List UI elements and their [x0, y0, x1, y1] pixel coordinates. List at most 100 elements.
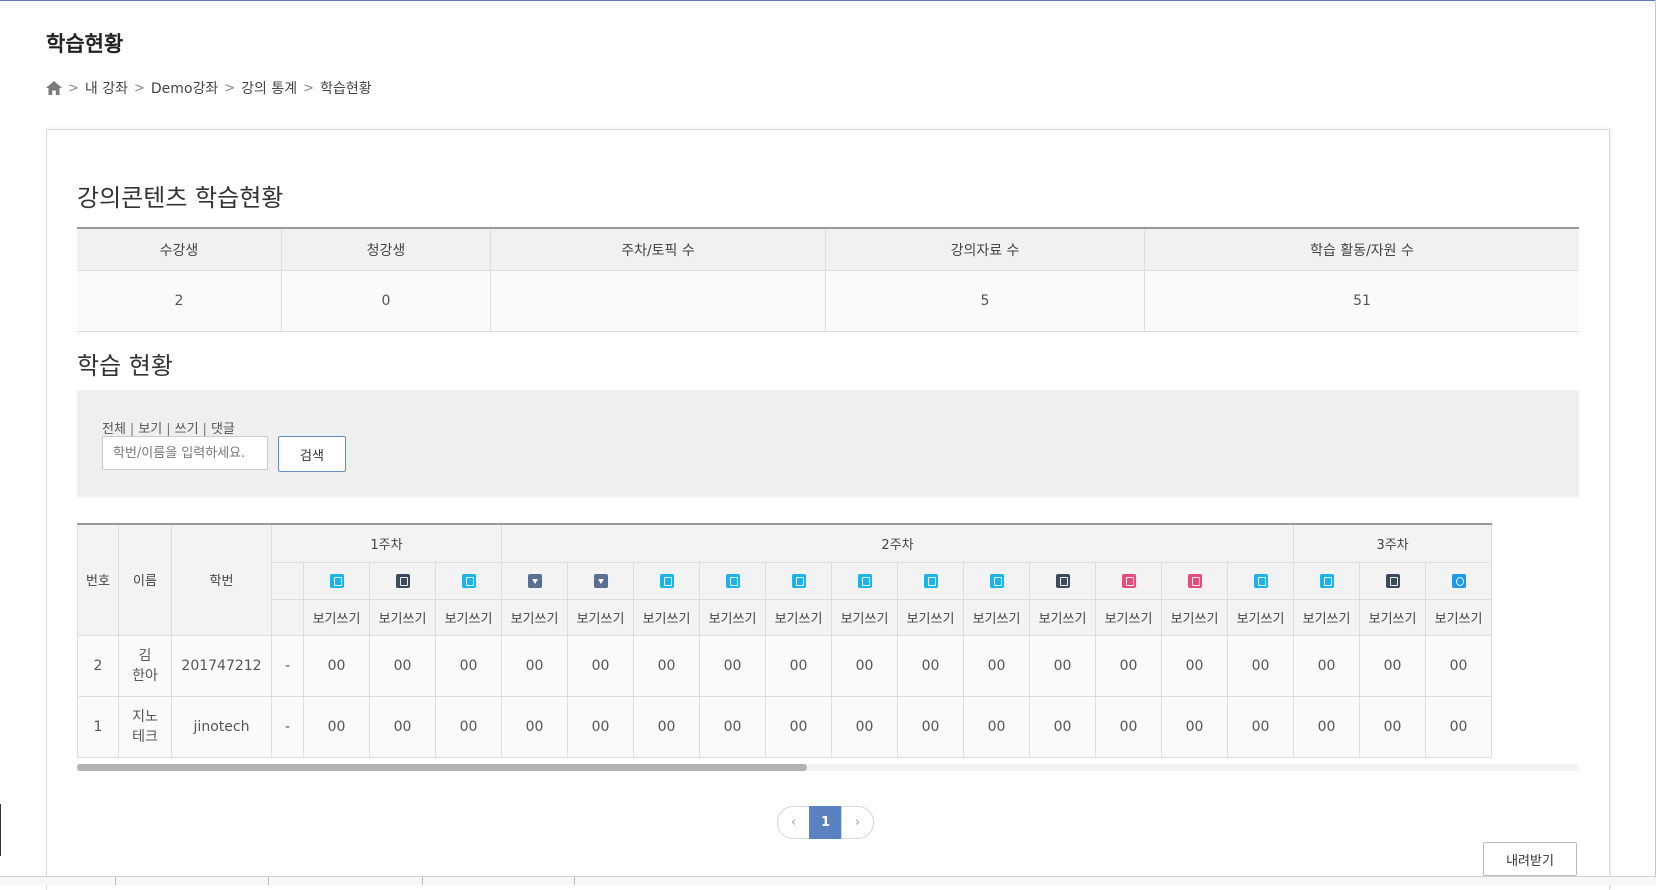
activity-count-cell: 00	[501, 695, 569, 758]
activity-header	[897, 561, 965, 600]
breadcrumb-item-my-courses[interactable]: 내 강좌	[85, 78, 128, 98]
view-write-label: 보기쓰기	[831, 598, 899, 636]
pagination-page-1[interactable]: 1	[809, 806, 842, 839]
activity-count-cell: 00	[1095, 695, 1163, 758]
activity-count-cell: 00	[303, 695, 370, 758]
row-number: 2	[77, 634, 119, 697]
summary-header-activities: 학습 활동/자원 수	[1144, 227, 1579, 271]
file-icon[interactable]	[1055, 573, 1070, 588]
breadcrumb-item-course[interactable]: Demo강좌	[151, 78, 218, 98]
activity-count-cell: 00	[831, 634, 899, 697]
chevron-right-icon: >	[224, 80, 236, 96]
page-title: 학습현황	[46, 32, 124, 56]
scrollbar-thumb[interactable]	[77, 764, 807, 771]
row-student-id: jinotech	[171, 695, 272, 758]
download-icon[interactable]	[593, 573, 608, 588]
week-header: 2주차	[501, 523, 1295, 563]
filter-links: 전체 | 보기 | 쓰기 | 댓글	[102, 422, 235, 437]
activity-count-cell: 00	[303, 634, 370, 697]
summary-value-weeks	[490, 270, 826, 332]
home-icon[interactable]	[46, 81, 62, 95]
activity-count-cell: 00	[633, 634, 701, 697]
filter-write[interactable]: 쓰기	[175, 422, 199, 437]
activity-header	[831, 561, 899, 600]
activity-header	[1161, 561, 1229, 600]
activity-count-cell: 00	[1425, 634, 1493, 697]
summary-value-auditors: 0	[281, 270, 491, 332]
activity-header	[1293, 561, 1361, 600]
view-write-label: 보기쓰기	[1425, 598, 1493, 636]
window-left-edge	[0, 804, 1, 856]
activity-count-cell: 00	[369, 695, 436, 758]
table-row: 2김 한아 201747212-00 00 00 00 00 00 00 00 00 00 00 00 0…	[77, 634, 1493, 697]
activity-count-cell: 00	[897, 634, 965, 697]
activity-count-cell: 00	[831, 695, 899, 758]
assignment-icon[interactable]	[791, 573, 806, 588]
view-write-label: 보기쓰기	[434, 598, 503, 636]
activity-header	[434, 561, 503, 600]
assignment-icon[interactable]	[1253, 573, 1268, 588]
activity-count-cell: 00	[1227, 634, 1295, 697]
activity-header	[1095, 561, 1163, 600]
filter-all[interactable]: 전체	[102, 422, 126, 437]
view-write-label: 보기쓰기	[1359, 598, 1427, 636]
summary-value-materials: 5	[825, 270, 1145, 332]
assignment-icon[interactable]	[659, 573, 674, 588]
assignment-icon[interactable]	[923, 573, 938, 588]
assignment-icon[interactable]	[329, 573, 344, 588]
horizontal-scrollbar[interactable]	[77, 764, 1579, 771]
pagination-next-button[interactable]: ›	[841, 806, 874, 839]
filter-comment[interactable]: 댓글	[211, 422, 235, 437]
filter-view[interactable]: 보기	[138, 422, 162, 437]
activity-header	[1227, 561, 1295, 600]
assignment-icon[interactable]	[725, 573, 740, 588]
view-write-label: 보기쓰기	[303, 598, 370, 636]
activity-icon-blank	[271, 561, 304, 600]
row-first-cell: -	[271, 634, 304, 697]
assignment-icon[interactable]	[857, 573, 872, 588]
header-name: 이름	[118, 523, 172, 636]
search-button[interactable]: 검색	[278, 436, 346, 472]
pdf-icon[interactable]	[1187, 573, 1202, 588]
assignment-icon[interactable]	[461, 573, 476, 588]
chat-icon[interactable]	[1451, 573, 1466, 588]
view-write-label: 보기쓰기	[1095, 598, 1163, 636]
assignment-icon[interactable]	[1319, 573, 1334, 588]
activity-count-cell: 00	[434, 695, 503, 758]
breadcrumb-item-current: 학습현황	[320, 81, 372, 97]
activity-count-cell: 00	[1029, 634, 1097, 697]
pagination: ‹ 1 ›	[777, 806, 874, 839]
download-button[interactable]: 내려받기	[1483, 842, 1577, 876]
activity-count-cell: 00	[567, 695, 635, 758]
progress-table-viewport[interactable]: 번호 이름 학번 1주차 2주차 3주차 보기쓰기 보기쓰기 보기쓰기 보기쓰기 보기쓰기 보…	[77, 523, 1579, 763]
breadcrumb: > 내 강좌 > Demo강좌 > 강의 통계 > 학습현황	[46, 78, 372, 98]
row-student-id: 201747212	[171, 634, 272, 697]
row-name: 지노 테크	[118, 695, 172, 758]
assignment-icon[interactable]	[989, 573, 1004, 588]
activity-header	[303, 561, 370, 600]
summary-header-auditors: 청강생	[281, 227, 491, 271]
search-input[interactable]	[102, 436, 268, 470]
header-student-id: 학번	[171, 523, 272, 636]
view-write-label: 보기쓰기	[369, 598, 436, 636]
view-write-label: 보기쓰기	[567, 598, 635, 636]
summary-heading: 강의콘텐츠 학습현황	[77, 184, 284, 212]
table-row: 1 지노 테크 jinotech -00 00 00 00 00 00 00 00 00 00 00 00 0…	[77, 695, 1493, 758]
activity-count-cell: 00	[963, 634, 1031, 697]
activity-count-cell: 00	[765, 695, 833, 758]
activity-count-cell: 00	[1161, 634, 1229, 697]
summary-header-students: 수강생	[77, 227, 282, 271]
pagination-prev-button[interactable]: ‹	[777, 806, 810, 839]
file-icon[interactable]	[395, 573, 410, 588]
activity-count-cell: 00	[633, 695, 701, 758]
breadcrumb-item-course-stats[interactable]: 강의 통계	[241, 78, 297, 98]
file-icon[interactable]	[1385, 573, 1400, 588]
view-write-label: 보기쓰기	[1029, 598, 1097, 636]
download-icon[interactable]	[527, 573, 542, 588]
activity-count-cell: 00	[1359, 634, 1427, 697]
chevron-right-icon: >	[303, 80, 315, 96]
week-header: 3주차	[1293, 523, 1493, 563]
activity-header	[1029, 561, 1097, 600]
pdf-icon[interactable]	[1121, 573, 1136, 588]
activity-count-cell: 00	[369, 634, 436, 697]
